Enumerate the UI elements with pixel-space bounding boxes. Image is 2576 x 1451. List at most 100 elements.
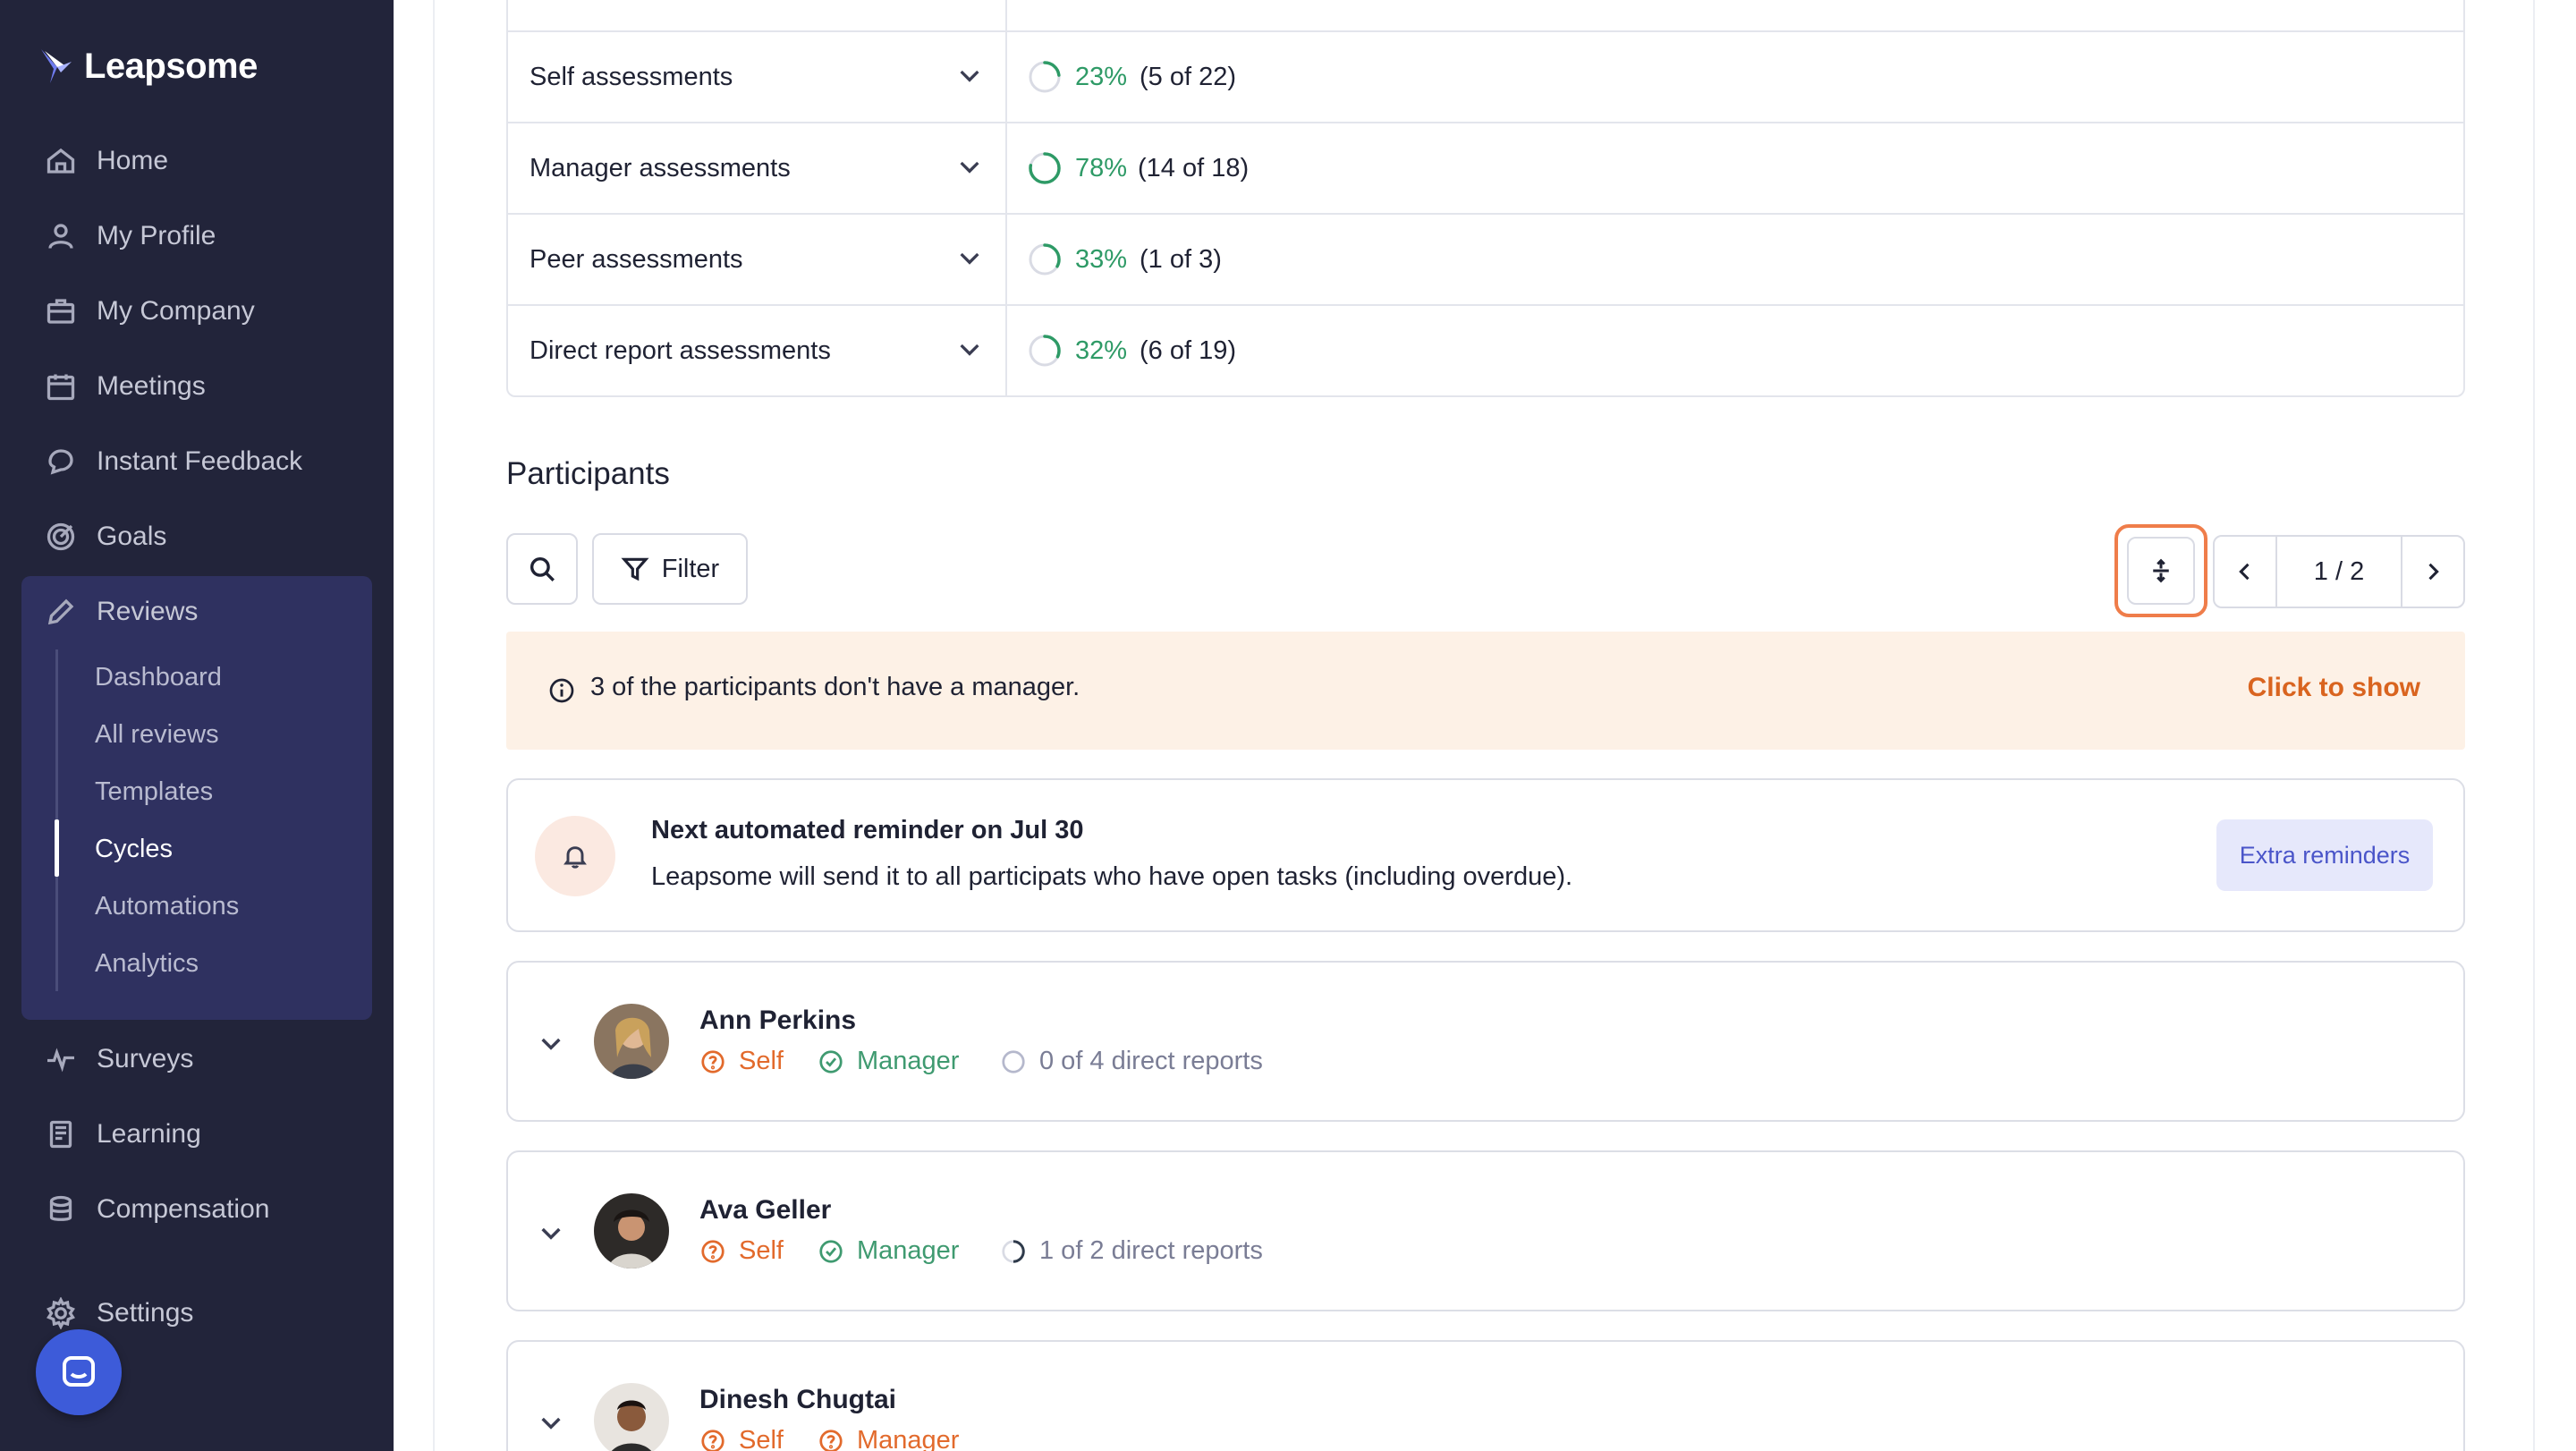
sub-item-automations[interactable]: Automations xyxy=(95,886,239,927)
expand-participant-chevron[interactable] xyxy=(537,1218,565,1247)
half-progress-ring-icon xyxy=(1002,1239,1025,1263)
target-icon xyxy=(47,522,75,551)
reminder-title: Next automated reminder on Jul 30 xyxy=(651,816,1084,844)
participant-name: Ava Geller xyxy=(699,1195,832,1225)
status-label: Manager xyxy=(857,1426,960,1451)
table-row xyxy=(508,30,2463,122)
manager-status: Manager xyxy=(818,1236,959,1266)
nav-label: My Company xyxy=(97,296,255,326)
chat-icon xyxy=(48,449,73,475)
participant-card[interactable] xyxy=(506,1150,2465,1311)
status-label: Self xyxy=(739,1426,784,1451)
sub-item-templates[interactable]: Templates xyxy=(95,771,213,812)
sub-item-analytics[interactable]: Analytics xyxy=(95,943,199,984)
chevron-down-icon xyxy=(541,1227,561,1240)
table-row xyxy=(508,213,2463,304)
chevron-down-icon xyxy=(541,1417,561,1430)
status-label: Self xyxy=(739,1236,784,1265)
next-page-button[interactable] xyxy=(2402,537,2463,607)
alert-text: 3 of the participants don't have a manag… xyxy=(590,673,1080,701)
extra-reminders-button[interactable]: Extra reminders xyxy=(2216,819,2433,891)
leapsome-bird-icon xyxy=(41,49,72,83)
sub-item-cycles[interactable]: Cycles xyxy=(95,828,173,870)
filter-button[interactable]: Filter xyxy=(592,533,748,605)
sidebar: Leapsome Home My Profile My Company Meet… xyxy=(0,0,394,1451)
self-status: Self xyxy=(699,1047,784,1076)
participant-name: Dinesh Chugtai xyxy=(699,1385,897,1414)
self-status: Self xyxy=(699,1426,784,1451)
expand-collapse-button[interactable] xyxy=(2127,537,2195,605)
nav-item-learning[interactable]: Learning xyxy=(45,1112,201,1157)
reminder-card xyxy=(506,778,2465,932)
completion-count: (14 of 18) xyxy=(1138,153,1250,182)
nav-label: Goals xyxy=(97,522,167,551)
completion-count: (1 of 3) xyxy=(1140,244,1222,274)
completion-percent: 78% xyxy=(1075,153,1128,182)
nav-item-meetings[interactable]: Meetings xyxy=(45,364,206,409)
manager-status: Manager xyxy=(818,1426,959,1451)
nav-item-my-profile[interactable]: My Profile xyxy=(45,214,216,259)
support-chat-button[interactable] xyxy=(36,1329,122,1415)
content-right-border xyxy=(2533,0,2535,1451)
manager-status: Manager xyxy=(818,1047,959,1076)
calendar-icon xyxy=(47,374,75,401)
progress-ring xyxy=(1029,335,1061,367)
completion-count: (5 of 22) xyxy=(1140,62,1236,91)
search-icon xyxy=(530,556,555,581)
scope-name: Peer assessments xyxy=(530,244,743,274)
chevron-down-icon[interactable] xyxy=(955,335,984,363)
brand-name: Leapsome xyxy=(84,46,258,86)
chevron-down-icon[interactable] xyxy=(955,61,984,89)
chevron-right-icon xyxy=(2428,563,2439,581)
book-icon xyxy=(49,1120,72,1149)
gear-icon xyxy=(47,1297,75,1329)
question-circle-icon xyxy=(701,1239,724,1263)
filter-icon xyxy=(621,557,649,581)
question-circle-icon xyxy=(701,1049,724,1073)
nav-item-my-company[interactable]: My Company xyxy=(45,289,255,334)
previous-page-button[interactable] xyxy=(2215,537,2275,607)
sub-item-all-reviews[interactable]: All reviews xyxy=(95,714,219,755)
check-circle-icon xyxy=(819,1049,843,1073)
participant-card[interactable] xyxy=(506,961,2465,1122)
chevron-down-icon[interactable] xyxy=(955,243,984,272)
expand-participant-chevron[interactable] xyxy=(537,1408,565,1437)
nav-item-instant-feedback[interactable]: Instant Feedback xyxy=(45,439,302,484)
click-to-show-link[interactable]: Click to show xyxy=(2248,673,2420,703)
nav-item-reviews[interactable]: Reviews xyxy=(45,590,198,634)
nav-item-compensation[interactable]: Compensation xyxy=(45,1187,269,1232)
chevron-down-icon[interactable] xyxy=(955,152,984,181)
avatar xyxy=(594,1004,669,1079)
completion-percent: 33% xyxy=(1075,244,1128,274)
completion-count: (6 of 19) xyxy=(1140,335,1236,365)
search-button[interactable] xyxy=(506,533,578,605)
status-label: Manager xyxy=(857,1236,960,1265)
sub-item-dashboard[interactable]: Dashboard xyxy=(95,657,222,698)
direct-reports-status: 0 of 4 direct reports xyxy=(1000,1047,1263,1076)
direct-reports-status: 1 of 2 direct reports xyxy=(1000,1236,1263,1266)
nav-item-home[interactable]: Home xyxy=(45,139,168,183)
pagination: 1 / 2 xyxy=(2213,535,2465,608)
question-circle-icon xyxy=(819,1429,843,1451)
user-icon xyxy=(48,224,73,250)
nav-label: Reviews xyxy=(97,597,199,626)
pulse-icon xyxy=(47,1048,74,1073)
content-left-border xyxy=(433,0,435,1451)
chevron-left-icon xyxy=(2239,563,2250,581)
expand-participant-chevron[interactable] xyxy=(537,1029,565,1057)
scope-name: Manager assessments xyxy=(530,153,791,182)
nav-item-surveys[interactable]: Surveys xyxy=(45,1037,193,1082)
status-label: 0 of 4 direct reports xyxy=(1039,1047,1263,1075)
self-status: Self xyxy=(699,1236,784,1266)
chevron-down-icon xyxy=(541,1038,561,1050)
progress-ring xyxy=(1029,61,1061,93)
completion-percent: 32% xyxy=(1075,335,1128,365)
nav-label: Instant Feedback xyxy=(97,446,303,476)
briefcase-icon xyxy=(47,299,75,324)
coins-icon xyxy=(49,1195,72,1221)
nav-label: Home xyxy=(97,146,169,175)
nav-item-settings[interactable]: Settings xyxy=(45,1291,193,1336)
nav-item-goals[interactable]: Goals xyxy=(45,514,166,559)
leapsome-logo[interactable]: Leapsome xyxy=(38,39,258,93)
info-icon xyxy=(549,678,574,703)
